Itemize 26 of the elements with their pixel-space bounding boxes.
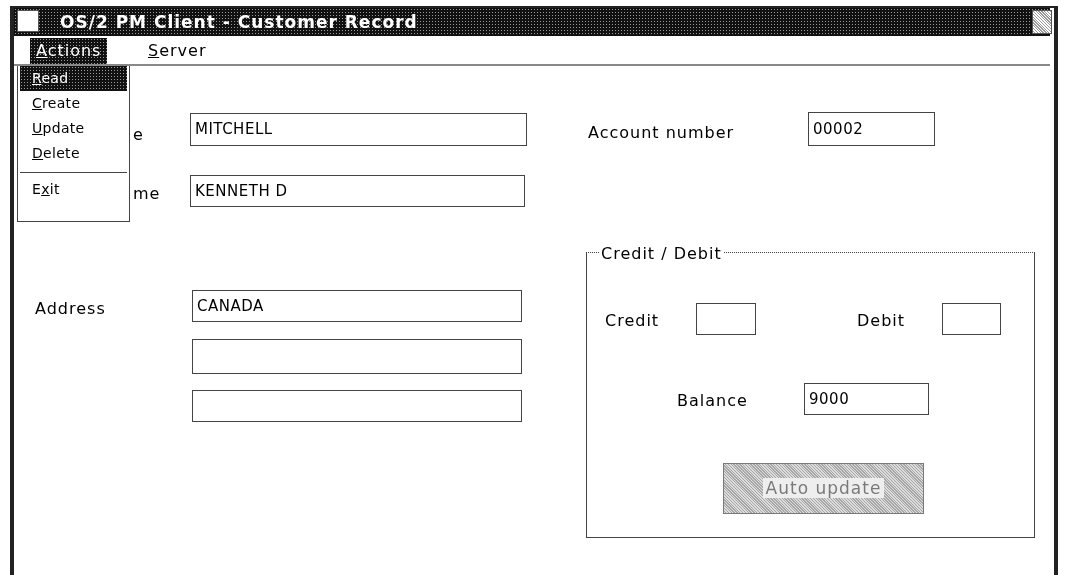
input-field[interactable]: 00002 [808,112,935,146]
menu-item[interactable]: Actions [30,38,108,64]
input-field[interactable]: 9000 [804,383,929,415]
field-label: e [133,124,144,146]
window-title: OS/2 PM Client - Customer Record [60,12,418,32]
maximize-button[interactable] [1032,10,1052,34]
input-field[interactable] [192,390,522,422]
menu-item[interactable]: Update [20,116,127,141]
menu-item[interactable]: Create [20,91,127,116]
field-label: Credit [605,310,660,332]
input-field[interactable] [942,303,1001,335]
menu-item[interactable]: Exit [20,177,127,202]
field-label: Address [35,298,106,320]
system-menu-icon[interactable] [17,10,39,32]
input-field[interactable]: CANADA [192,290,522,322]
field-label: me [133,183,161,205]
field-label: Balance [677,390,748,412]
menu-item[interactable]: Server [142,38,213,64]
input-field[interactable]: MITCHELL [190,113,527,146]
field-label: Debit [857,310,906,332]
input-field[interactable] [696,303,756,335]
menu-item[interactable]: Delete [20,141,127,166]
input-field[interactable] [192,339,522,374]
field-label: Account number [588,122,735,144]
menu-item[interactable]: Read [20,66,127,91]
input-field[interactable]: KENNETH D [190,175,525,207]
